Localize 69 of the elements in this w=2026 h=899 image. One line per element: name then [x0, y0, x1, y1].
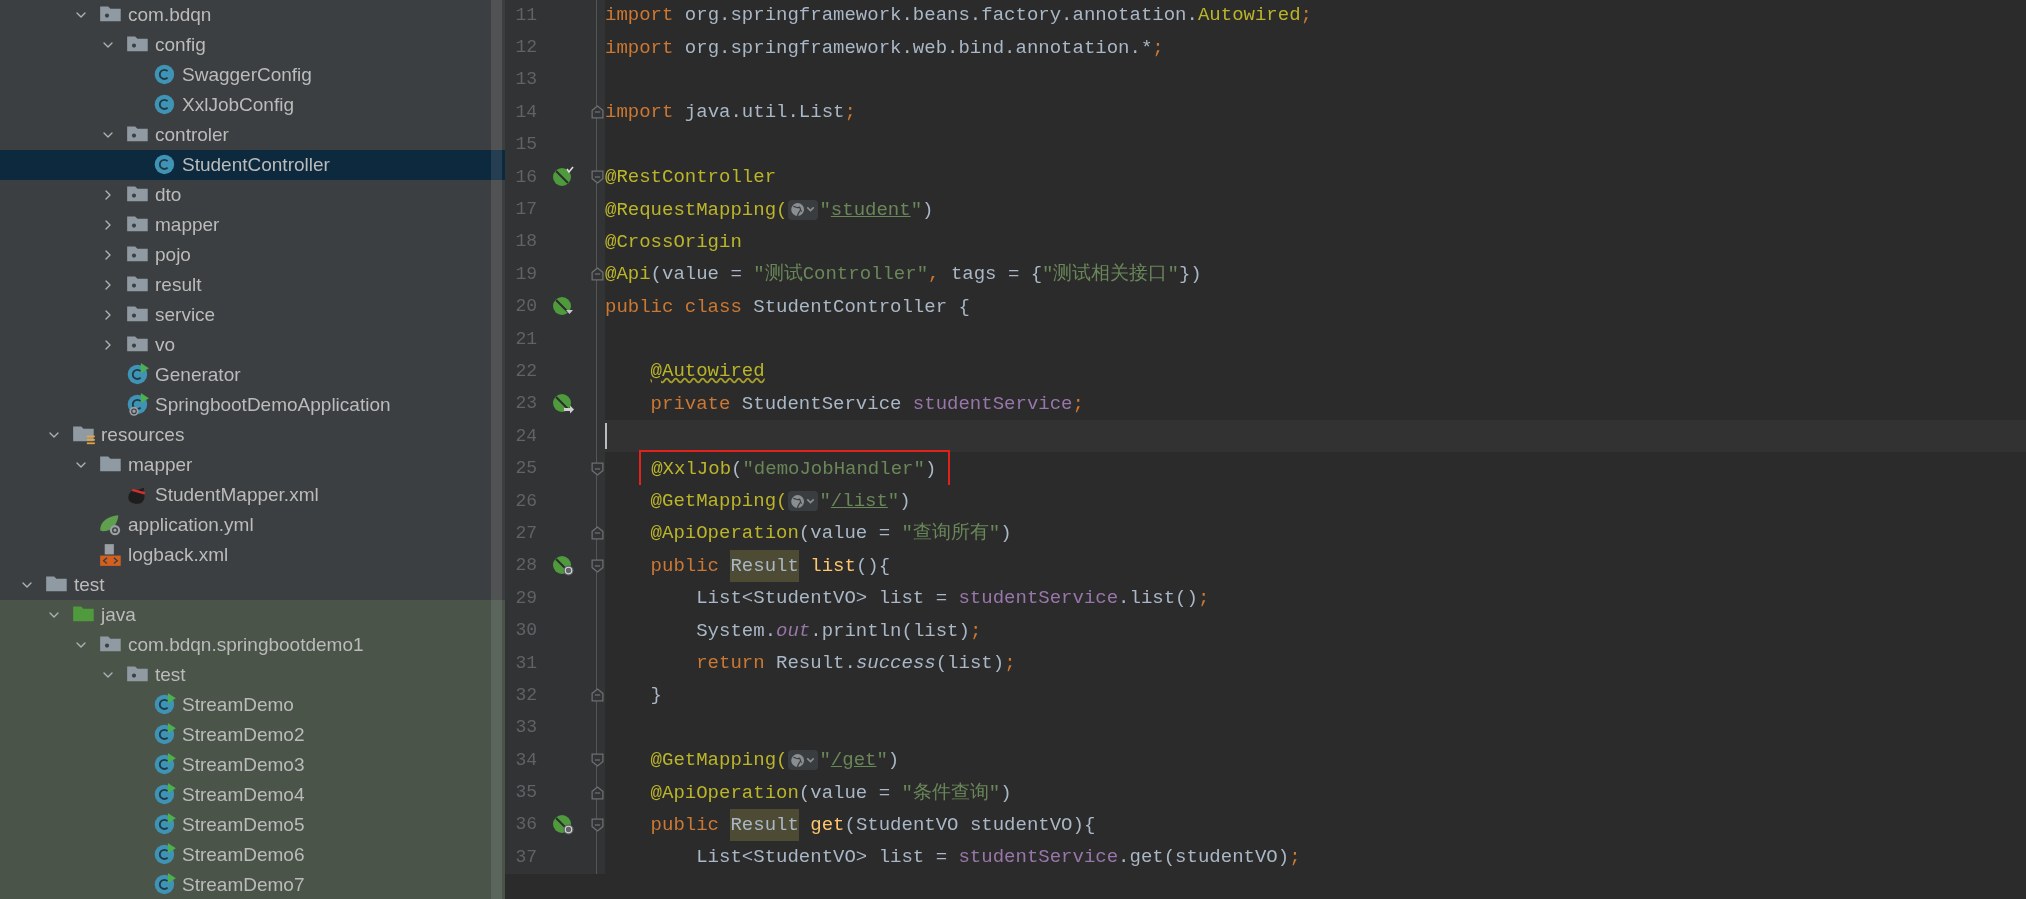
code-line: public Result get(StudentVO studentVO){ [605, 808, 1096, 841]
code-line: @Api(value = "测试Controller", tags = {"测试相关接口"}) [605, 262, 1202, 288]
tree-item[interactable]: StreamDemo5 [0, 810, 505, 840]
xml-file-icon [99, 543, 123, 567]
runnable-class-icon [126, 393, 150, 417]
fold-marker-icon[interactable] [591, 170, 604, 185]
leaf-gear-icon [99, 513, 123, 537]
fold-marker-icon[interactable] [591, 105, 604, 120]
code-line: private StudentService studentService; [649, 391, 1084, 417]
tree-item[interactable]: test [0, 660, 505, 690]
fold-marker-icon[interactable] [591, 785, 604, 800]
code-line: import org.springframework.beans.factory.annotation.Autowired; [605, 3, 1312, 29]
globe-dropdown-icon[interactable] [788, 750, 819, 771]
runnable-class-icon [153, 753, 177, 777]
bean-arrow-icon[interactable] [552, 392, 575, 416]
fold-marker-icon[interactable] [591, 688, 604, 703]
tree-item[interactable]: StreamDemo6 [0, 840, 505, 870]
code-text: "/get") [819, 748, 900, 774]
tree-item[interactable]: com.bdqn.springbootdemo1 [0, 630, 505, 660]
runnable-class-icon [153, 873, 177, 897]
code-line: List<StudentVO> list = studentService.list(); [695, 586, 1210, 612]
code-line: @ApiOperation(value = "条件查询") [649, 780, 1012, 806]
fold-marker-icon[interactable] [591, 267, 604, 282]
bean-globe-icon[interactable] [552, 813, 575, 837]
tree-item[interactable]: StreamDemo3 [0, 750, 505, 780]
code-line: @ApiOperation(value = "查询所有") [649, 521, 1012, 547]
tree-item[interactable]: StreamDemo7 [0, 870, 505, 899]
code-line: @CrossOrigin [605, 229, 742, 255]
runnable-class-icon [153, 813, 177, 837]
globe-dropdown-icon[interactable] [788, 199, 819, 220]
code-line: @RestController [605, 165, 777, 191]
code-text: @RequestMapping( [605, 197, 788, 223]
fold-marker-icon[interactable] [591, 558, 604, 573]
fold-marker-icon[interactable] [591, 461, 604, 476]
scrollbar[interactable] [491, 0, 502, 899]
code-line: } [649, 683, 662, 709]
code-text: @GetMapping( [649, 489, 788, 515]
code-text: "/list") [819, 489, 911, 515]
fold-marker-icon[interactable] [591, 753, 604, 768]
class-icon [153, 63, 177, 87]
tree-item[interactable]: StreamDemo4 [0, 780, 505, 810]
bean-globe-icon[interactable] [552, 554, 575, 578]
tree-item[interactable]: StudentController [0, 150, 505, 180]
fold-marker-icon[interactable] [591, 526, 604, 541]
runnable-class-icon [153, 723, 177, 747]
code-text: "student") [819, 197, 934, 223]
tree-item[interactable]: StreamDemo [0, 690, 505, 720]
code-line: import org.springframework.web.bind.annotation.*; [605, 35, 1164, 61]
code-text: @GetMapping( [649, 748, 788, 774]
text-cursor [605, 423, 607, 450]
globe-dropdown-icon[interactable] [788, 491, 819, 512]
code-line: @Autowired [649, 359, 765, 385]
code-line: System.out.println(list); [695, 618, 982, 644]
class-icon [153, 153, 177, 177]
code-line: return Result.success(list); [695, 651, 1016, 676]
runnable-class-icon [153, 843, 177, 867]
class-icon [153, 93, 177, 117]
tree-item[interactable]: StreamDemo2 [0, 720, 505, 750]
code-line: public class StudentController { [605, 294, 970, 320]
tree-item[interactable]: java [0, 600, 505, 630]
bean-check-icon[interactable] [552, 165, 575, 189]
runnable-class-icon [126, 363, 150, 387]
code-line: import java.util.List; [605, 100, 856, 126]
resources-folder-icon [72, 423, 96, 447]
fold-marker-icon[interactable] [591, 817, 604, 832]
runnable-class-icon [153, 783, 177, 807]
code-line: public Result list(){ [605, 549, 891, 582]
runnable-class-icon [153, 693, 177, 717]
code-line: List<StudentVO> list = studentService.get(studentVO); [695, 845, 1301, 871]
